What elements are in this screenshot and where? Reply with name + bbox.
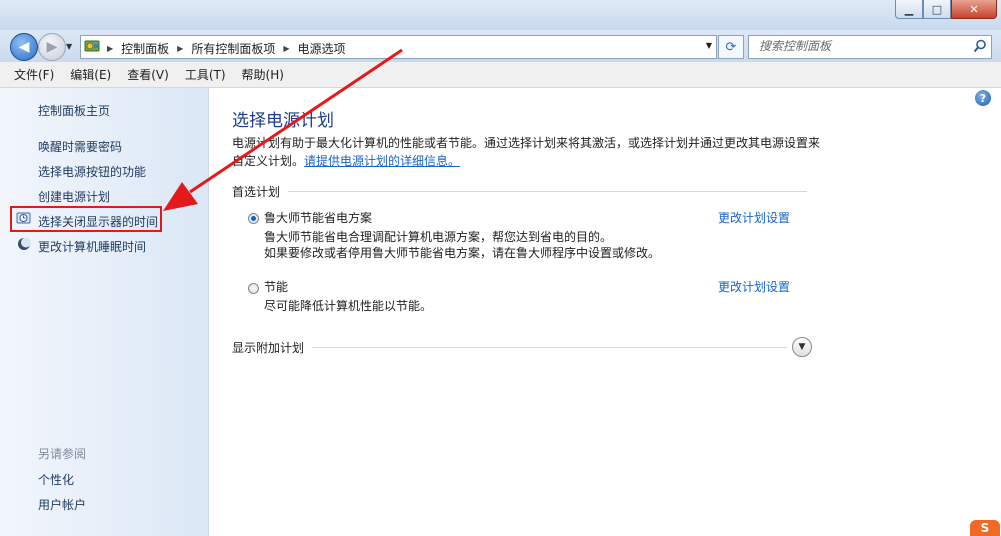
- breadcrumb-chevron-icon[interactable]: ▶: [279, 44, 293, 53]
- annotation-highlight-box: [10, 206, 162, 232]
- change-plan-settings-link-power-saver[interactable]: 更改计划设置: [718, 278, 790, 295]
- plan-desc-power-saver: 尽可能降低计算机性能以节能。: [264, 298, 432, 314]
- breadcrumb-control-panel[interactable]: 控制面板: [117, 40, 173, 57]
- address-bar[interactable]: ▶ 控制面板 ▶ 所有控制面板项 ▶ 电源选项 ▼: [80, 35, 717, 59]
- menu-file[interactable]: 文件(F): [14, 66, 54, 83]
- preferred-plans-section: 首选计划: [232, 183, 807, 200]
- plan-desc-line: 尽可能降低计算机性能以节能。: [264, 299, 433, 313]
- breadcrumb-chevron-icon[interactable]: ▶: [103, 44, 117, 53]
- menu-tools[interactable]: 工具(T): [185, 66, 226, 83]
- forward-button[interactable]: ▶: [38, 33, 66, 61]
- moon-sleep-icon: [18, 237, 31, 250]
- section-divider: [288, 191, 807, 192]
- sidebar-item-wake-password[interactable]: 唤醒时需要密码: [38, 138, 122, 155]
- sidebar-item-sleep-time[interactable]: 更改计算机睡眠时间: [38, 238, 146, 255]
- plan-radio-ludashi[interactable]: [248, 213, 259, 224]
- search-icon[interactable]: [973, 39, 987, 53]
- maximize-button[interactable]: □: [923, 0, 951, 19]
- plan-desc-ludashi: 鲁大师节能省电合理调配计算机电源方案，帮您达到省电的目的。 如果要修改或者停用鲁…: [264, 229, 660, 261]
- page-description: 电源计划有助于最大化计算机的性能或者节能。通过选择计划来将其激活，或选择计划并通…: [232, 134, 822, 170]
- show-additional-plans-label[interactable]: 显示附加计划: [232, 339, 304, 356]
- plan-radio-power-saver[interactable]: [248, 283, 259, 294]
- page-title: 选择电源计划: [232, 111, 334, 131]
- breadcrumb-power-options[interactable]: 电源选项: [294, 40, 350, 57]
- address-dropdown-icon[interactable]: ▼: [706, 41, 712, 50]
- plan-name-power-saver[interactable]: 节能: [264, 278, 288, 295]
- menu-edit[interactable]: 编辑(E): [70, 66, 111, 83]
- sidebar-item-power-buttons[interactable]: 选择电源按钮的功能: [38, 163, 146, 180]
- recent-pages-dropdown-icon[interactable]: ▼: [66, 42, 72, 51]
- search-input[interactable]: [749, 36, 969, 56]
- sidebar-item-user-accounts[interactable]: 用户帐户: [38, 496, 86, 513]
- back-button[interactable]: ◀: [10, 33, 38, 61]
- plan-desc-line: 如果要修改或者停用鲁大师节能省电方案，请在鲁大师程序中设置或修改。: [264, 246, 661, 260]
- menu-view[interactable]: 查看(V): [127, 66, 169, 83]
- minimize-button[interactable]: ▁: [895, 0, 923, 19]
- section-divider: [312, 347, 787, 348]
- preferred-plans-label: 首选计划: [232, 185, 281, 199]
- app-logo-icon: S: [970, 520, 1000, 536]
- see-also-heading: 另请参阅: [38, 447, 87, 461]
- search-box[interactable]: [748, 35, 992, 59]
- expand-chevron-icon[interactable]: ▼: [792, 337, 812, 357]
- control-panel-icon: [84, 40, 100, 52]
- breadcrumb-all-items[interactable]: 所有控制面板项: [187, 40, 279, 57]
- help-icon[interactable]: ?: [975, 90, 991, 106]
- main-content: ? 选择电源计划 电源计划有助于最大化计算机的性能或者节能。通过选择计划来将其激…: [209, 88, 1001, 536]
- refresh-button[interactable]: ⟳: [718, 35, 744, 59]
- change-plan-settings-link-ludashi[interactable]: 更改计划设置: [718, 209, 790, 226]
- plan-name-ludashi[interactable]: 鲁大师节能省电方案: [264, 209, 372, 226]
- sidebar-item-control-panel-home[interactable]: 控制面板主页: [38, 102, 110, 119]
- window-controls: ▁ □ ✕: [895, 0, 997, 19]
- task-pane: 控制面板主页 唤醒时需要密码 选择电源按钮的功能 创建电源计划 选择关闭显示器的…: [0, 88, 209, 536]
- plan-details-link[interactable]: 请提供电源计划的详细信息。: [304, 154, 460, 168]
- navigation-bar: ◀ ▶ ▼ ▶ 控制面板 ▶ 所有控制面板项 ▶ 电源选项 ▼ ⟳: [0, 30, 1001, 62]
- menu-bar: 文件(F) 编辑(E) 查看(V) 工具(T) 帮助(H): [0, 62, 1001, 88]
- plan-desc-line: 鲁大师节能省电合理调配计算机电源方案，帮您达到省电的目的。: [264, 230, 613, 244]
- breadcrumb-chevron-icon[interactable]: ▶: [173, 44, 187, 53]
- close-button[interactable]: ✕: [951, 0, 997, 19]
- sidebar-item-personalization[interactable]: 个性化: [38, 471, 74, 488]
- menu-help[interactable]: 帮助(H): [242, 66, 284, 83]
- title-bar: ▁ □ ✕: [0, 0, 1001, 30]
- sidebar-item-create-plan[interactable]: 创建电源计划: [38, 188, 110, 205]
- additional-plans-section[interactable]: 显示附加计划: [232, 339, 787, 356]
